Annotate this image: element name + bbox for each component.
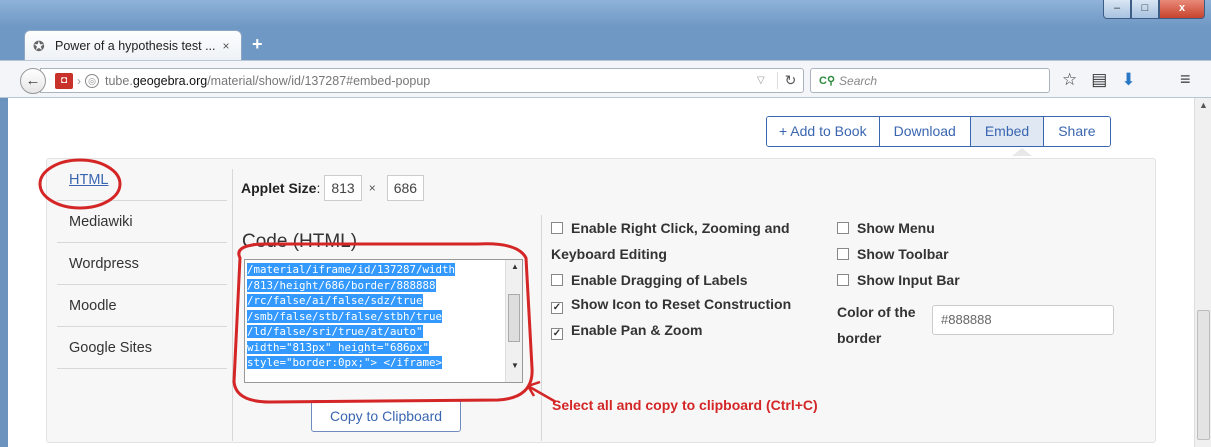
search-engine-icon[interactable]: C⚲ (819, 74, 835, 87)
page-content: + Add to Book Download Embed Share HTML … (8, 98, 1194, 447)
globe-icon[interactable]: ◎ (85, 73, 99, 88)
scroll-up-icon[interactable]: ▲ (1199, 100, 1208, 110)
page-scroll-thumb[interactable] (1197, 310, 1210, 440)
search-placeholder: Search (839, 73, 878, 88)
maximize-button[interactable]: □ (1131, 0, 1159, 19)
nav-icon-group: ☆ ▤ ⬇ (1062, 70, 1136, 90)
address-bar[interactable]: ◘ › ◎ tube.geogebra.org/material/show/id… (40, 68, 804, 93)
tab-close-icon[interactable]: × (219, 39, 233, 53)
back-arrow-icon: ← (25, 72, 41, 89)
new-tab-button[interactable]: + (252, 34, 263, 55)
hamburger-menu-icon[interactable]: ≡ (1180, 69, 1191, 90)
reload-icon[interactable]: ↻ (777, 72, 803, 89)
window-controls: – □ x (1103, 0, 1205, 20)
url-text[interactable]: tube.geogebra.org/material/show/id/13728… (105, 74, 757, 88)
close-window-button[interactable]: x (1159, 0, 1205, 19)
back-button[interactable]: ← (20, 68, 46, 94)
browser-tab[interactable]: ✪ Power of a hypothesis test ... × (24, 30, 242, 60)
dropdown-icon[interactable]: ▽ (757, 75, 777, 86)
reading-list-icon[interactable]: ▤ (1091, 70, 1107, 90)
download-arrow-icon[interactable]: ⬇ (1121, 70, 1135, 90)
html-highlight-circle (38, 158, 122, 210)
geogebra-favicon-icon: ✪ (33, 37, 45, 54)
annotation-text: Select all and copy to clipboard (Ctrl+C… (552, 397, 818, 413)
minimize-button[interactable]: – (1103, 0, 1131, 19)
star-icon[interactable]: ☆ (1062, 70, 1077, 90)
navigation-bar: ◘ › ◎ tube.geogebra.org/material/show/id… (0, 60, 1211, 98)
code-highlight-outline (232, 242, 534, 404)
search-input[interactable]: C⚲ Search (810, 68, 1050, 93)
tab-title: Power of a hypothesis test ... (55, 38, 216, 53)
red-annotation-overlay (38, 158, 557, 404)
addon-icon[interactable]: ◘ (55, 72, 73, 89)
url-separator-icon: › (77, 73, 81, 88)
page-scrollbar[interactable]: ▲ (1194, 98, 1211, 447)
